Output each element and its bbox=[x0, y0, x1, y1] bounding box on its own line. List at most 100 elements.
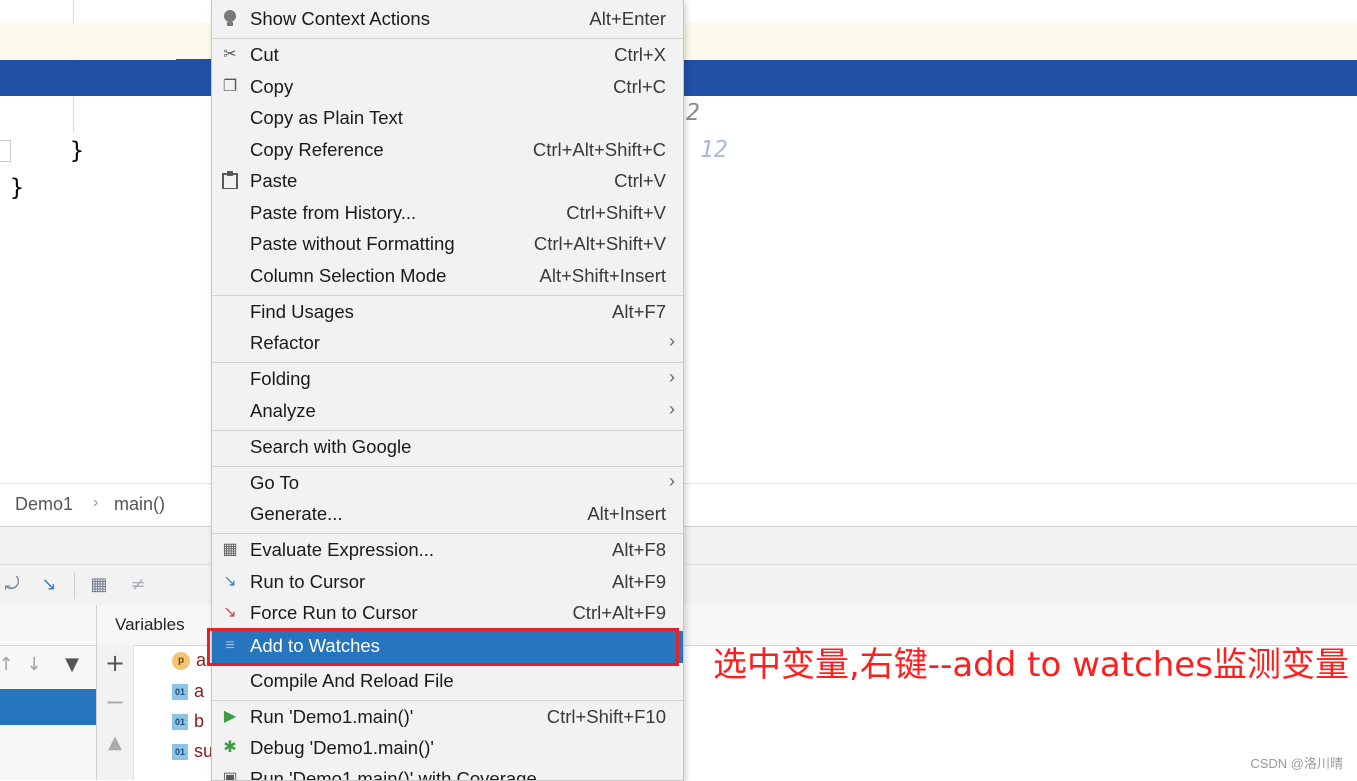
menu-item-compile-and-reload[interactable]: Compile And Reload File bbox=[212, 666, 683, 697]
menu-item-label: Run to Cursor bbox=[250, 571, 366, 592]
menu-item-folding[interactable]: Folding › bbox=[212, 364, 683, 395]
menu-item-label: Copy as Plain Text bbox=[250, 107, 403, 128]
breadcrumb-item[interactable]: main() bbox=[114, 494, 165, 515]
tab-variables[interactable]: Variables bbox=[115, 615, 185, 635]
menu-item-paste[interactable]: Paste Ctrl+V bbox=[212, 166, 683, 197]
menu-separator bbox=[212, 295, 683, 296]
menu-item-find-usages[interactable]: Find Usages Alt+F7 bbox=[212, 297, 683, 328]
menu-item-force-run-to-cursor[interactable]: ↘ Force Run to Cursor Ctrl+Alt+F9 bbox=[212, 598, 683, 629]
variable-name: a bbox=[196, 650, 207, 670]
chevron-right-icon: › bbox=[669, 399, 675, 419]
menu-shortcut: Ctrl+Shift+V bbox=[566, 202, 666, 223]
run-to-cursor-icon: ↘ bbox=[223, 573, 237, 590]
variable-row[interactable]: pa bbox=[172, 650, 206, 678]
menu-item-label: Analyze bbox=[250, 400, 316, 421]
menu-shortcut: Alt+Insert bbox=[587, 503, 666, 524]
menu-item-label: Paste from History... bbox=[250, 202, 417, 223]
variables-toolbar: + − ▲ bbox=[97, 645, 134, 780]
menu-item-search-with-google[interactable]: Search with Google bbox=[212, 432, 683, 463]
highlight-annotation-box bbox=[207, 628, 679, 666]
menu-item-label: Search with Google bbox=[250, 436, 412, 457]
fold-marker-icon[interactable] bbox=[0, 140, 11, 162]
run-to-cursor-icon[interactable]: ↘ bbox=[37, 573, 61, 597]
calculator-icon: ▦ bbox=[222, 541, 238, 558]
menu-shortcut: Ctrl+Alt+Shift+C bbox=[532, 139, 666, 160]
frames-toolbar bbox=[0, 605, 96, 646]
chevron-right-icon: › bbox=[669, 471, 675, 491]
menu-item-label: Paste without Formatting bbox=[250, 233, 455, 254]
menu-item-run-main[interactable]: ▶ Run 'Demo1.main()' Ctrl+Shift+F10 bbox=[212, 702, 683, 733]
step-out-icon[interactable]: ⤾ bbox=[0, 573, 24, 597]
arrow-up-icon[interactable]: ↑ bbox=[0, 653, 18, 677]
menu-item-refactor[interactable]: Refactor › bbox=[212, 328, 683, 359]
menu-item-label: Go To bbox=[250, 472, 300, 493]
menu-item-run-to-cursor[interactable]: ↘ Run to Cursor Alt+F9 bbox=[212, 567, 683, 598]
primitive-variable-icon: 01 bbox=[172, 744, 188, 761]
menu-shortcut: Ctrl+Alt+F9 bbox=[572, 602, 666, 623]
chevron-right-icon: › bbox=[669, 331, 675, 351]
menu-shortcut: Ctrl+Shift+F10 bbox=[546, 706, 666, 727]
trace-icon[interactable]: ≠ bbox=[126, 573, 150, 597]
parameter-icon: p bbox=[172, 652, 190, 671]
menu-item-copy[interactable]: ❐ Copy Ctrl+C bbox=[212, 72, 683, 103]
menu-separator bbox=[212, 362, 683, 363]
menu-shortcut: Alt+F8 bbox=[612, 539, 666, 560]
annotation-text: 选中变量,右键--add to watches监测变量 bbox=[713, 645, 1349, 685]
force-run-to-cursor-icon: ↘ bbox=[223, 604, 237, 621]
menu-item-label: Generate... bbox=[250, 503, 343, 524]
primitive-variable-icon: 01 bbox=[172, 714, 188, 731]
inline-value-hint: 2 bbox=[686, 100, 700, 126]
scissors-icon: ✂ bbox=[223, 46, 237, 63]
menu-shortcut: Ctrl+C bbox=[613, 76, 666, 97]
menu-item-show-context-actions[interactable]: Show Context Actions Alt+Enter bbox=[212, 4, 683, 35]
menu-separator bbox=[212, 700, 683, 701]
menu-item-label: Copy Reference bbox=[250, 139, 384, 160]
menu-shortcut: Ctrl+Alt+Shift+V bbox=[533, 233, 666, 254]
calculator-icon[interactable]: ▦ bbox=[87, 573, 111, 597]
menu-item-label: Run 'Demo1.main()' bbox=[250, 706, 414, 727]
breadcrumb-item[interactable]: Demo1 bbox=[15, 494, 73, 515]
menu-item-evaluate-expression[interactable]: ▦ Evaluate Expression... Alt+F8 bbox=[212, 535, 683, 566]
menu-shortcut: Ctrl+V bbox=[614, 170, 666, 191]
filter-icon[interactable]: ▼ bbox=[60, 653, 84, 677]
menu-item-copy-reference[interactable]: Copy Reference Ctrl+Alt+Shift+C bbox=[212, 135, 683, 166]
menu-item-paste-from-history[interactable]: Paste from History... Ctrl+Shift+V bbox=[212, 198, 683, 229]
menu-item-generate[interactable]: Generate... Alt+Insert bbox=[212, 499, 683, 530]
move-up-icon[interactable]: ▲ bbox=[103, 731, 127, 755]
menu-shortcut: Alt+Enter bbox=[589, 8, 666, 29]
menu-item-go-to[interactable]: Go To › bbox=[212, 468, 683, 499]
menu-separator bbox=[212, 466, 683, 467]
frames-panel: ↑ ↓ ▼ bbox=[0, 605, 97, 780]
toolbar-divider bbox=[74, 573, 75, 599]
menu-item-debug-main[interactable]: ✱ Debug 'Demo1.main()' bbox=[212, 733, 683, 764]
closing-brace: } bbox=[10, 175, 24, 201]
breadcrumb-separator: › bbox=[93, 494, 99, 511]
menu-item-label: Cut bbox=[250, 44, 279, 65]
menu-item-cut[interactable]: ✂ Cut Ctrl+X bbox=[212, 40, 683, 71]
add-watch-icon[interactable]: + bbox=[103, 651, 127, 675]
primitive-variable-icon: 01 bbox=[172, 684, 188, 701]
menu-item-copy-plain-text[interactable]: Copy as Plain Text bbox=[212, 103, 683, 134]
remove-watch-icon[interactable]: − bbox=[103, 690, 127, 714]
menu-item-label: Debug 'Demo1.main()' bbox=[250, 737, 434, 758]
menu-item-label: Paste bbox=[250, 170, 298, 191]
menu-shortcut: Alt+F9 bbox=[612, 571, 666, 592]
arrow-down-icon[interactable]: ↓ bbox=[22, 653, 46, 677]
menu-item-run-with-coverage[interactable]: ▣ Run 'Demo1.main()' with Coverage bbox=[212, 764, 683, 781]
variable-row[interactable]: 01 a bbox=[172, 681, 204, 709]
menu-item-label: Folding bbox=[250, 368, 311, 389]
menu-item-label: Run 'Demo1.main()' with Coverage bbox=[250, 768, 537, 781]
menu-item-label: Column Selection Mode bbox=[250, 265, 447, 286]
variable-row[interactable]: 01 b bbox=[172, 711, 204, 739]
variable-name: b bbox=[194, 711, 205, 731]
menu-item-analyze[interactable]: Analyze › bbox=[212, 396, 683, 427]
variable-row[interactable]: 01 su bbox=[172, 741, 213, 769]
menu-item-paste-without-formatting[interactable]: Paste without Formatting Ctrl+Alt+Shift+… bbox=[212, 229, 683, 260]
chevron-right-icon: › bbox=[669, 367, 675, 387]
selected-frame-row[interactable] bbox=[0, 689, 96, 725]
menu-item-label: Evaluate Expression... bbox=[250, 539, 435, 560]
menu-item-column-selection-mode[interactable]: Column Selection Mode Alt+Shift+Insert bbox=[212, 261, 683, 292]
watermark: CSDN @洛川晴 bbox=[1250, 756, 1343, 771]
copy-icon: ❐ bbox=[222, 78, 238, 95]
variable-name: a bbox=[194, 681, 205, 701]
